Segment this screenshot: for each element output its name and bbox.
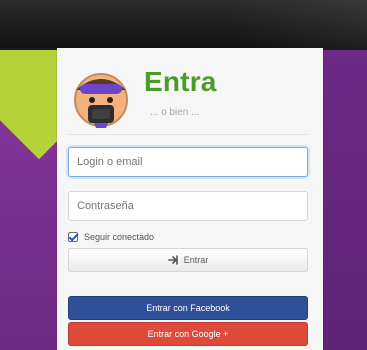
enter-icon <box>167 255 178 265</box>
password-input[interactable] <box>68 191 308 221</box>
top-bar <box>0 0 367 50</box>
enter-button-label: Entrar <box>183 255 209 265</box>
remember-me[interactable]: Seguir conectado <box>68 230 154 244</box>
avatar <box>66 62 136 132</box>
page-title: Entra <box>144 66 217 97</box>
character-avatar-icon <box>74 73 128 128</box>
login-email-input[interactable] <box>68 147 308 177</box>
google-login-label: Entrar con Google + <box>147 329 229 339</box>
remember-checkbox[interactable] <box>68 232 78 242</box>
top-bar-accent <box>227 0 367 48</box>
remember-label: Seguir conectado <box>84 232 155 242</box>
facebook-login-label: Entrar con Facebook <box>146 303 230 313</box>
page-subtitle: ... o bien ... <box>150 107 200 118</box>
google-login-button[interactable]: Entrar con Google + <box>68 322 308 346</box>
divider <box>68 134 308 135</box>
facebook-login-button[interactable]: Entrar con Facebook <box>68 296 308 320</box>
enter-button[interactable]: Entrar <box>68 248 308 272</box>
